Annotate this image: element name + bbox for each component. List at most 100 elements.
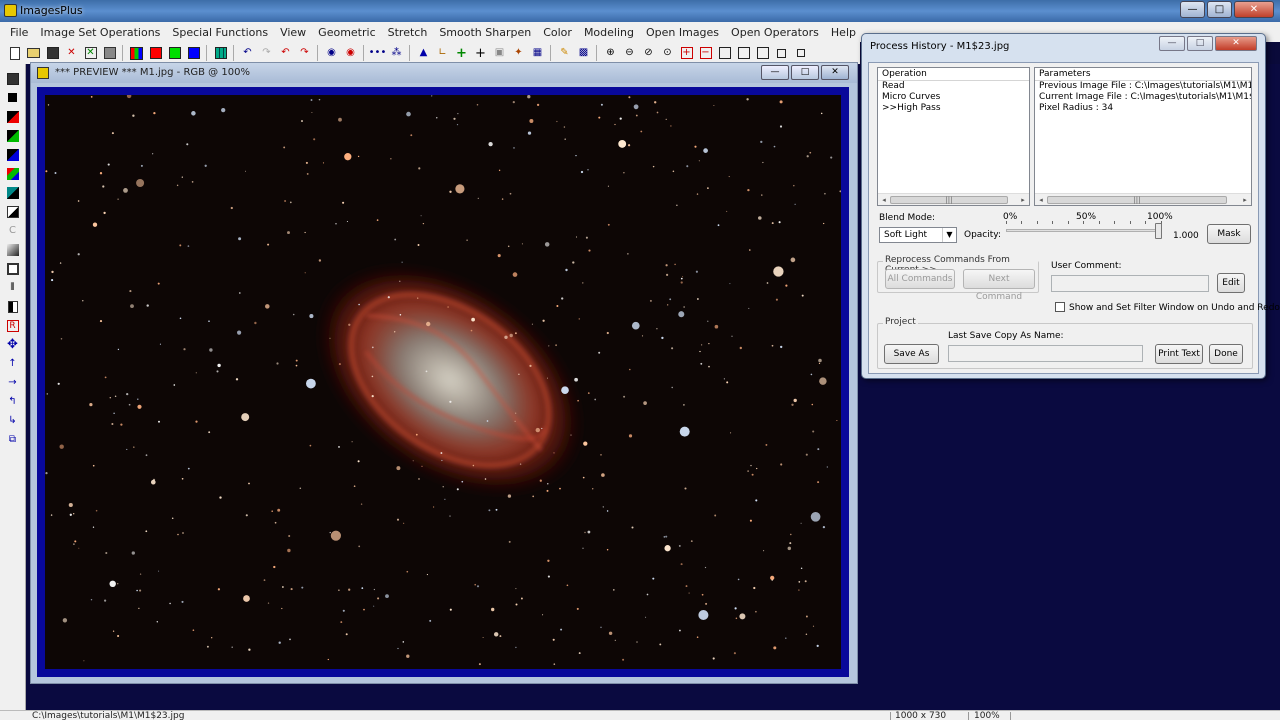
square-3-icon[interactable] [754, 45, 771, 62]
zoom-reset-icon[interactable]: ⊙ [659, 45, 676, 62]
plus-green-icon[interactable]: + [453, 45, 470, 62]
scroll-thumb[interactable]: ||| [1047, 196, 1227, 204]
menu-stretch[interactable]: Stretch [382, 26, 434, 39]
scroll-left-icon[interactable]: ◂ [1035, 194, 1047, 206]
turn-left-icon[interactable]: ↰ [4, 393, 22, 410]
axes-icon[interactable]: ∟ [434, 45, 451, 62]
gradient-icon[interactable] [4, 241, 22, 258]
dialog-titlebar[interactable]: Process History - M1$23.jpg — □ ✕ [862, 34, 1265, 58]
operation-list[interactable]: Operation Read Micro Curves >>High Pass … [877, 67, 1030, 206]
dialog-minimize-button[interactable]: — [1159, 36, 1185, 51]
menu-special-functions[interactable]: Special Functions [166, 26, 274, 39]
minimize-button[interactable]: — [1180, 1, 1205, 18]
menu-smooth-sharpen[interactable]: Smooth Sharpen [433, 26, 537, 39]
chart-icon[interactable]: ⁂ [388, 45, 405, 62]
target-icon[interactable]: ◉ [323, 45, 340, 62]
rgb-mix-icon[interactable] [4, 165, 22, 182]
up-arrow-icon[interactable]: ↑ [4, 355, 22, 372]
checker-icon[interactable]: ▩ [575, 45, 592, 62]
bars-icon[interactable]: ⦀ [4, 279, 22, 296]
gray-c-icon[interactable]: C [4, 222, 22, 239]
red-channel-icon[interactable] [147, 45, 164, 62]
square-4-icon[interactable] [773, 45, 790, 62]
save-icon[interactable] [4, 70, 22, 87]
undo-red-icon[interactable]: ↶ [277, 45, 294, 62]
green-channel-icon[interactable] [166, 45, 183, 62]
preview-close-button[interactable]: ✕ [821, 65, 849, 80]
menu-image-set-operations[interactable]: Image Set Operations [34, 26, 166, 39]
square-icon[interactable] [716, 45, 733, 62]
remove-red-icon[interactable]: − [697, 45, 714, 62]
corner-icon[interactable] [4, 203, 22, 220]
grid-icon[interactable] [212, 45, 229, 62]
dark-mix-icon[interactable] [4, 184, 22, 201]
move-icon[interactable]: ✥ [4, 336, 22, 353]
redo-red-icon[interactable]: ↷ [296, 45, 313, 62]
new-file-icon[interactable] [6, 45, 23, 62]
stack-icon[interactable]: ⧉ [4, 431, 22, 448]
black-square-icon[interactable] [4, 89, 22, 106]
operation-item[interactable]: >>High Pass [878, 103, 1029, 114]
scroll-thumb[interactable]: ||| [890, 196, 1008, 204]
blue-channel-icon[interactable] [185, 45, 202, 62]
preview-minimize-button[interactable]: — [761, 65, 789, 80]
magic-icon[interactable]: ✦ [510, 45, 527, 62]
green-black-icon[interactable] [4, 127, 22, 144]
chevron-down-icon[interactable]: ▼ [942, 228, 956, 242]
half-fill-icon[interactable] [4, 298, 22, 315]
last-save-field[interactable] [948, 345, 1143, 362]
nebula-image[interactable] [45, 95, 841, 669]
save-as-button[interactable]: Save As [884, 344, 939, 364]
undo-icon[interactable]: ↶ [239, 45, 256, 62]
preview-titlebar[interactable]: *** PREVIEW *** M1.jpg - RGB @ 100% — □ … [31, 63, 857, 83]
show-filter-checkbox[interactable] [1055, 302, 1065, 312]
parameters-list[interactable]: Parameters Previous Image File : C:\Imag… [1034, 67, 1252, 206]
close-x-icon[interactable]: ✕ [63, 45, 80, 62]
menu-help[interactable]: Help [825, 26, 862, 39]
scroll-right-icon[interactable]: ▸ [1239, 194, 1251, 206]
target-red-icon[interactable]: ◉ [342, 45, 359, 62]
preview-maximize-button[interactable]: □ [791, 65, 819, 80]
menu-modeling[interactable]: Modeling [578, 26, 640, 39]
opacity-slider[interactable] [1006, 221, 1162, 245]
operation-scrollbar[interactable]: ◂ ||| ▸ [878, 193, 1029, 205]
dialog-maximize-button[interactable]: □ [1187, 36, 1213, 51]
slider-thumb[interactable] [1155, 223, 1162, 239]
zoom-out-icon[interactable]: ⊖ [621, 45, 638, 62]
frame-icon[interactable] [4, 260, 22, 277]
menu-open-images[interactable]: Open Images [640, 26, 725, 39]
menu-color[interactable]: Color [537, 26, 578, 39]
print-text-button[interactable]: Print Text [1155, 344, 1203, 364]
menu-geometric[interactable]: Geometric [312, 26, 381, 39]
red-black-icon[interactable] [4, 108, 22, 125]
square-5-icon[interactable] [792, 45, 809, 62]
user-comment-field[interactable] [1051, 275, 1209, 292]
zoom-in-icon[interactable]: ⊕ [602, 45, 619, 62]
mask-button[interactable]: Mask [1207, 224, 1251, 244]
zoom-fit-icon[interactable]: ⊘ [640, 45, 657, 62]
crosshair-icon[interactable]: + [472, 45, 489, 62]
parameters-scrollbar[interactable]: ◂ ||| ▸ [1035, 193, 1251, 205]
scroll-right-icon[interactable]: ▸ [1017, 194, 1029, 206]
triangle-icon[interactable]: ▲ [415, 45, 432, 62]
menu-file[interactable]: File [4, 26, 34, 39]
next-command-button[interactable]: Next Command [963, 269, 1035, 302]
pencil-icon[interactable]: ✎ [556, 45, 573, 62]
menu-open-operators[interactable]: Open Operators [725, 26, 825, 39]
operation-item[interactable]: Micro Curves [878, 92, 1029, 103]
redo-icon[interactable]: ↷ [258, 45, 275, 62]
done-button[interactable]: Done [1209, 344, 1243, 364]
table-icon[interactable]: ▦ [529, 45, 546, 62]
save-icon[interactable] [44, 45, 61, 62]
menu-view[interactable]: View [274, 26, 312, 39]
right-arrow-icon[interactable]: → [4, 374, 22, 391]
print-icon[interactable] [101, 45, 118, 62]
all-commands-button[interactable]: All Commands [885, 269, 955, 289]
edit-button[interactable]: Edit [1217, 273, 1245, 293]
open-folder-icon[interactable] [25, 45, 42, 62]
fit-icon[interactable]: ▣ [491, 45, 508, 62]
rgb-channels-icon[interactable] [128, 45, 145, 62]
square-2-icon[interactable] [735, 45, 752, 62]
add-red-icon[interactable]: + [678, 45, 695, 62]
close-button[interactable]: ✕ [1234, 1, 1274, 18]
